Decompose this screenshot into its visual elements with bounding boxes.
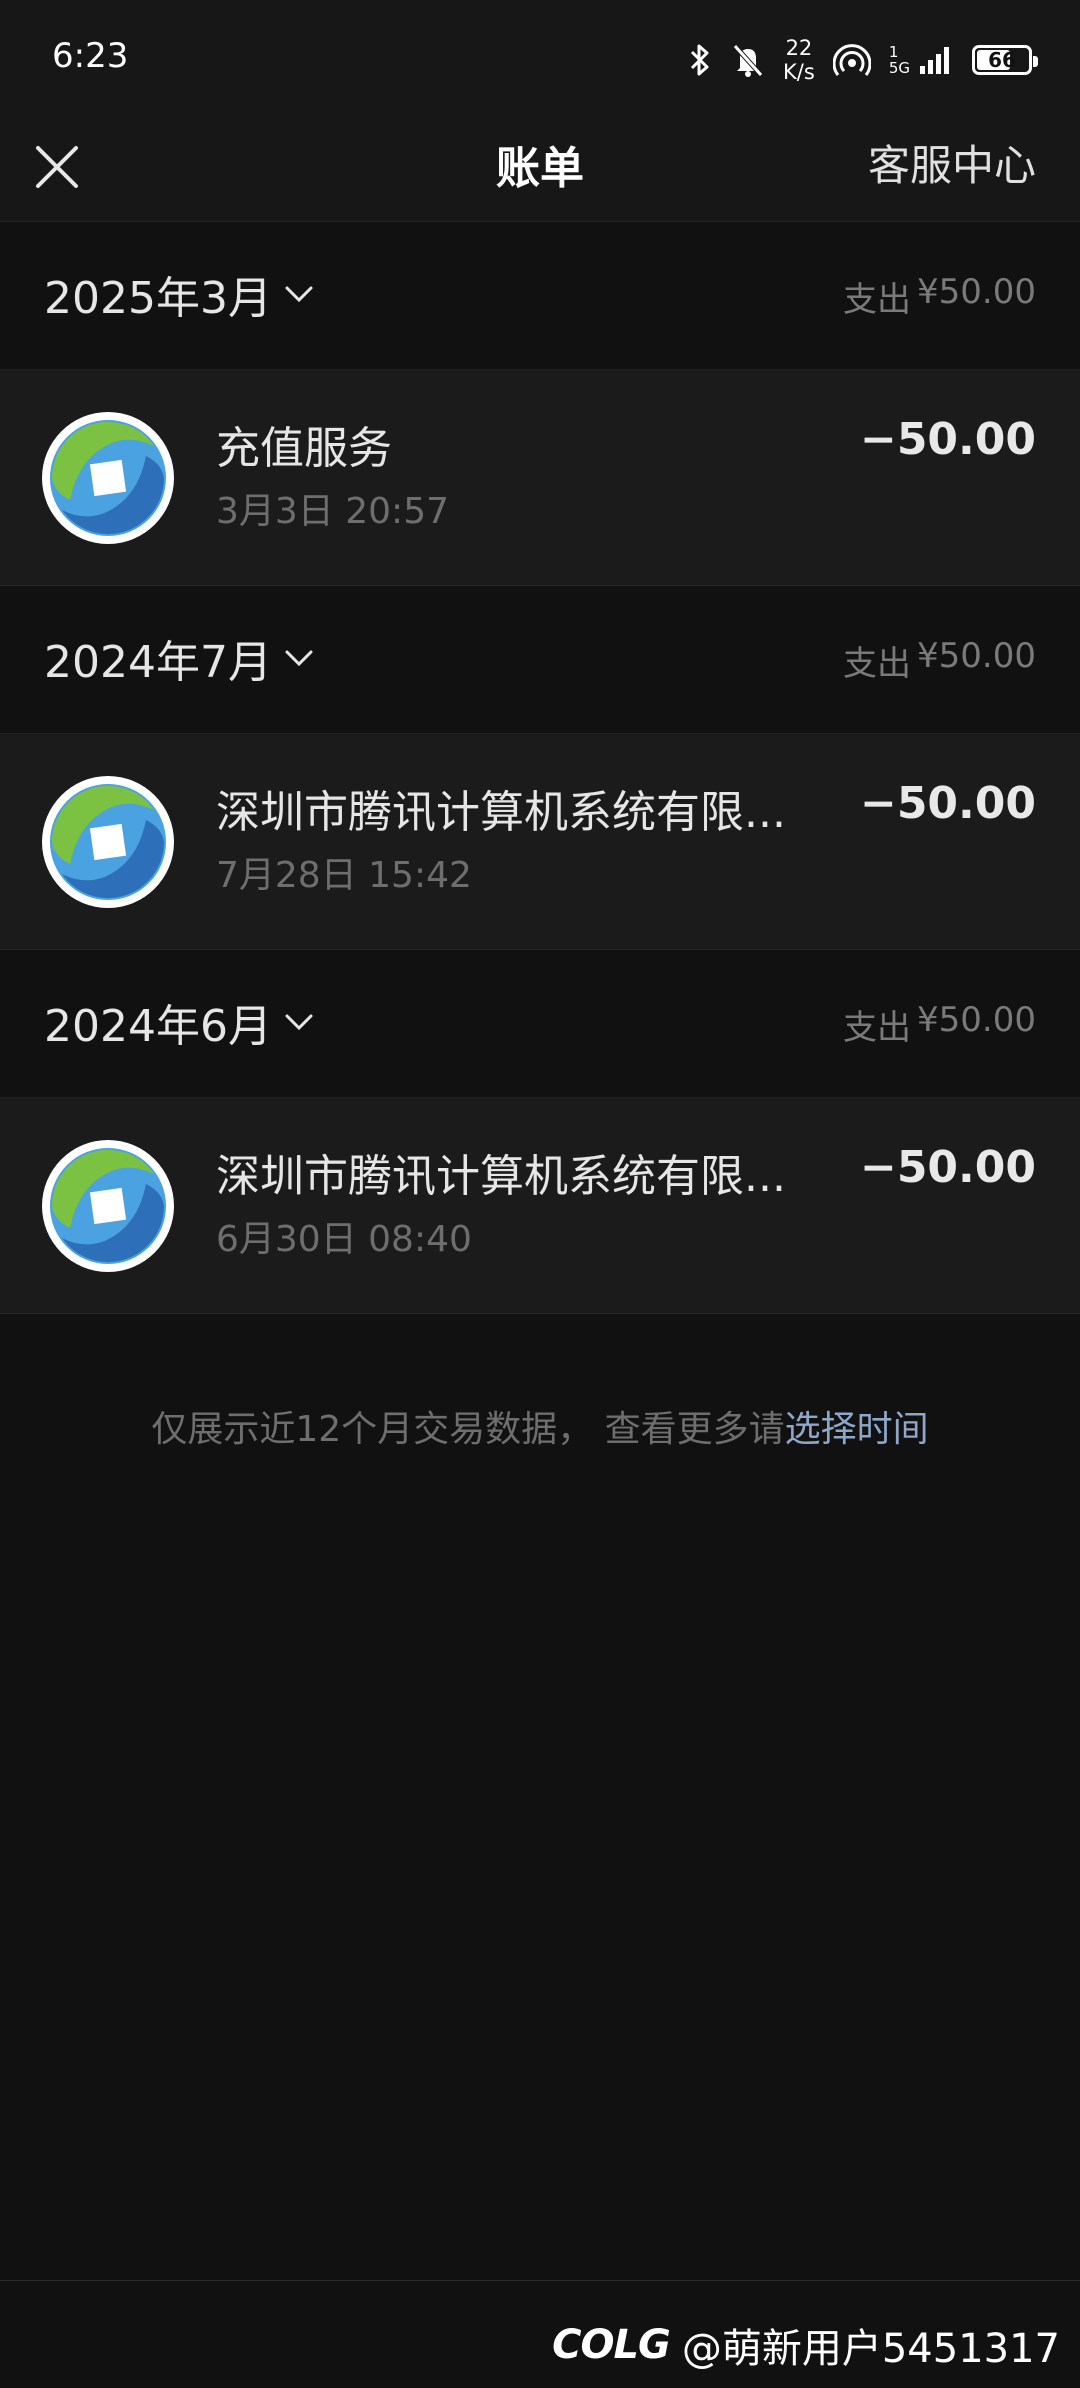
month-selector[interactable]: 2024年6月 (44, 992, 314, 1052)
battery-cap (1033, 56, 1038, 67)
month-section-header: 2025年3月 支出 ¥50.00 (0, 222, 1080, 370)
app-header: 账单 客服中心 (0, 118, 1080, 222)
merchant-logo (42, 1140, 174, 1272)
summary-amount: ¥50.00 (917, 272, 1036, 312)
net-speed-unit: K/s (783, 60, 815, 84)
signal-tag-1: 1 (888, 43, 899, 61)
chevron-down-icon (285, 286, 313, 303)
summary-label: 支出 (843, 280, 912, 320)
bill-page: 6:23 22 K/s 1 5G 66 账单 客服中心 2025年3月 支出 ¥… (0, 0, 1080, 2388)
month-section-header: 2024年6月 支出 ¥50.00 (0, 950, 1080, 1098)
battery-icon: 66 (972, 45, 1038, 75)
summary-amount: ¥50.00 (917, 1000, 1036, 1040)
net-speed-value: 22 (785, 36, 813, 60)
chevron-down-icon (285, 1014, 313, 1031)
merchant-name: 深圳市腾讯计算机系统有限... (216, 1151, 786, 1202)
footer-note-text: 仅展示近12个月交易数据， 查看更多请 (151, 1409, 785, 1450)
customer-service-link[interactable]: 客服中心 (868, 132, 1036, 193)
hotspot-icon (832, 44, 871, 76)
summary-label: 支出 (843, 1008, 912, 1048)
merchant-logo-icon (50, 784, 166, 900)
bottom-divider (0, 2280, 1080, 2281)
month-selector[interactable]: 2025年3月 (44, 264, 314, 324)
net-speed: 22 K/s (783, 36, 815, 84)
merchant-logo-icon (50, 420, 166, 536)
merchant-logo (42, 412, 174, 544)
month-summary: 支出 ¥50.00 (843, 272, 1036, 321)
bill-amount: −50.00 (859, 1142, 1036, 1193)
merchant-name: 深圳市腾讯计算机系统有限... (216, 787, 786, 838)
month-label: 2024年7月 (44, 637, 272, 688)
watermark: COLG @萌新用户5451317 (552, 2316, 1060, 2374)
month-section-header: 2024年7月 支出 ¥50.00 (0, 586, 1080, 734)
bill-amount: −50.00 (859, 414, 1036, 465)
merchant-name: 充值服务 (216, 423, 392, 474)
summary-label: 支出 (843, 644, 912, 684)
status-time: 6:23 (52, 36, 129, 76)
chevron-down-icon (285, 650, 313, 667)
month-label: 2025年3月 (44, 273, 272, 324)
summary-amount: ¥50.00 (917, 636, 1036, 676)
bill-time: 6月30日 08:40 (216, 1219, 472, 1260)
footer-note: 仅展示近12个月交易数据， 查看更多请选择时间 (0, 1400, 1080, 1452)
select-time-link[interactable]: 选择时间 (785, 1409, 929, 1450)
month-label: 2024年6月 (44, 1001, 272, 1052)
status-bar: 6:23 22 K/s 1 5G 66 (0, 0, 1080, 118)
bill-item[interactable]: 深圳市腾讯计算机系统有限... 7月28日 15:42 −50.00 (0, 734, 1080, 950)
bluetooth-icon (690, 44, 709, 76)
merchant-logo-icon (50, 1148, 166, 1264)
status-icons: 22 K/s 1 5G 66 (687, 30, 1038, 90)
merchant-logo (42, 776, 174, 908)
signal-tag-2: 5G (888, 59, 910, 77)
mute-bell-icon (733, 44, 763, 77)
month-summary: 支出 ¥50.00 (843, 636, 1036, 685)
bill-time: 7月28日 15:42 (216, 855, 472, 896)
month-selector[interactable]: 2024年7月 (44, 628, 314, 688)
watermark-logo: COLG (552, 2322, 671, 2368)
cell-signal-icon (920, 47, 949, 74)
bill-time: 3月3日 20:57 (216, 491, 449, 532)
battery-level: 66 (988, 48, 1016, 72)
bill-amount: −50.00 (859, 778, 1036, 829)
month-summary: 支出 ¥50.00 (843, 1000, 1036, 1049)
watermark-user: @萌新用户5451317 (681, 2326, 1060, 2372)
bill-item[interactable]: 充值服务 3月3日 20:57 −50.00 (0, 370, 1080, 586)
signal-tags: 1 5G (889, 44, 910, 76)
bill-item[interactable]: 深圳市腾讯计算机系统有限... 6月30日 08:40 −50.00 (0, 1098, 1080, 1314)
